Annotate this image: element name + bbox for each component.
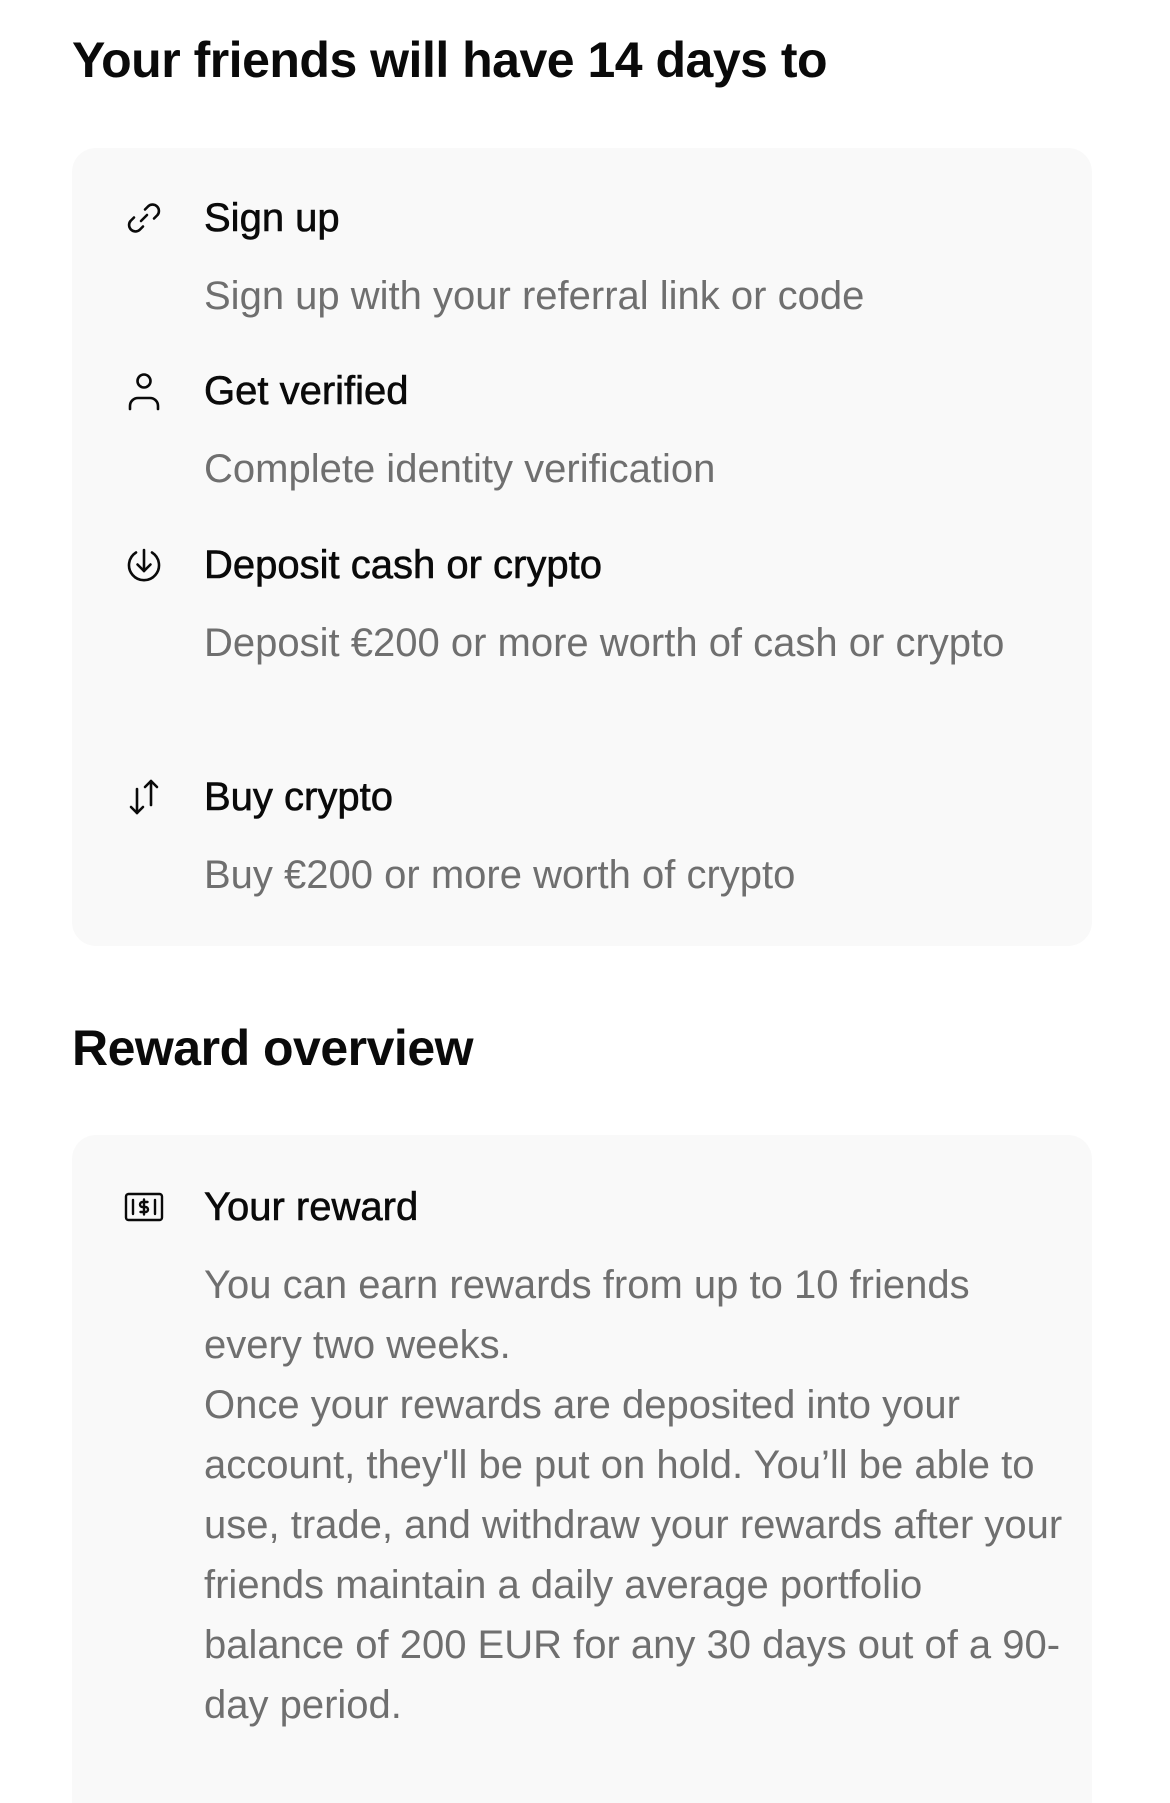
step-title: Sign up bbox=[204, 196, 340, 241]
reward-title: Your reward bbox=[204, 1185, 419, 1230]
step-description: Buy €200 or more worth of crypto bbox=[204, 853, 796, 897]
step-title: Get verified bbox=[204, 369, 409, 414]
reward-description: You can earn rewards from up to 10 frien… bbox=[204, 1255, 1064, 1735]
step-description: Deposit €200 or more worth of cash or cr… bbox=[204, 621, 1005, 665]
reward-paragraph: You can earn rewards from up to 10 frien… bbox=[204, 1263, 970, 1367]
reward-paragraph: Once your rewards are deposited into you… bbox=[204, 1383, 1063, 1727]
reward-section-title: Reward overview bbox=[72, 1020, 474, 1076]
deposit-arrow-icon bbox=[122, 543, 166, 587]
reward-card: Your reward You can earn rewards from up… bbox=[72, 1135, 1092, 1803]
steps-section-title: Your friends will have 14 days to bbox=[72, 32, 828, 88]
steps-card: Sign up Sign up with your referral link … bbox=[72, 148, 1092, 946]
step-description: Sign up with your referral link or code bbox=[204, 274, 865, 318]
referral-steps-page: Your friends will have 14 days to Sign u… bbox=[0, 0, 1170, 1803]
banknote-icon bbox=[122, 1185, 166, 1229]
swap-arrows-icon bbox=[122, 775, 166, 819]
step-description: Complete identity verification bbox=[204, 447, 716, 491]
step-title: Deposit cash or crypto bbox=[204, 543, 603, 588]
user-icon bbox=[122, 369, 166, 413]
step-title: Buy crypto bbox=[204, 775, 394, 820]
link-icon bbox=[122, 196, 166, 240]
